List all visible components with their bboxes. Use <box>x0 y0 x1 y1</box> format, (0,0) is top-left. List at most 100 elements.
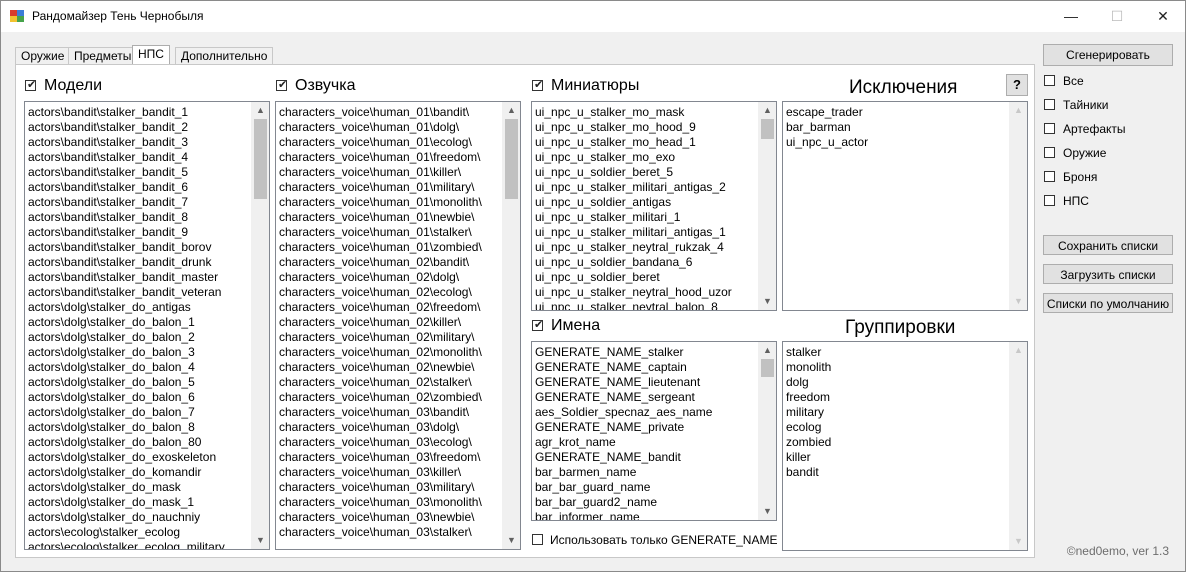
list-item[interactable]: characters_voice\human_03\dolg\ <box>279 420 502 435</box>
list-item[interactable]: characters_voice\human_01\dolg\ <box>279 120 502 135</box>
generate-button[interactable]: Сгенерировать <box>1043 44 1173 66</box>
list-item[interactable]: actors\dolg\stalker_do_balon_5 <box>28 375 251 390</box>
list-item[interactable]: GENERATE_NAME_lieutenant <box>535 375 758 390</box>
list-item[interactable]: ui_npc_u_stalker_neytral_rukzak_4 <box>535 240 758 255</box>
list-item[interactable]: GENERATE_NAME_captain <box>535 360 758 375</box>
list-item[interactable]: bar_barman <box>786 120 1009 135</box>
list-item[interactable]: ui_npc_u_stalker_mo_hood_9 <box>535 120 758 135</box>
list-item[interactable]: characters_voice\human_01\zombied\ <box>279 240 502 255</box>
scroll-down-icon[interactable]: ▼ <box>1010 533 1027 550</box>
list-item[interactable]: characters_voice\human_02\zombied\ <box>279 390 502 405</box>
list-item[interactable]: actors\bandit\stalker_bandit_8 <box>28 210 251 225</box>
list-item[interactable]: ui_npc_u_stalker_mo_head_1 <box>535 135 758 150</box>
list-item[interactable]: characters_voice\human_02\monolith\ <box>279 345 502 360</box>
list-item[interactable]: characters_voice\human_02\stalker\ <box>279 375 502 390</box>
list-item[interactable]: ui_npc_u_actor <box>786 135 1009 150</box>
icons-scrollbar[interactable]: ▲ ▼ <box>758 102 776 310</box>
list-item[interactable]: actors\bandit\stalker_bandit_7 <box>28 195 251 210</box>
list-item[interactable]: actors\dolg\stalker_do_mask_1 <box>28 495 251 510</box>
list-item[interactable]: ui_npc_u_stalker_neytral_hood_uzor <box>535 285 758 300</box>
voice-listbox[interactable]: characters_voice\human_01\bandit\ charact… <box>275 101 521 550</box>
list-item[interactable]: actors\ecolog\stalker_ecolog_military <box>28 540 251 549</box>
list-item[interactable]: characters_voice\human_03\killer\ <box>279 465 502 480</box>
maximize-button[interactable]: ☐ <box>1094 1 1140 32</box>
list-item[interactable]: characters_voice\human_01\ecolog\ <box>279 135 502 150</box>
scroll-down-icon[interactable]: ▼ <box>759 503 776 520</box>
default-lists-button[interactable]: Списки по умолчанию <box>1043 293 1173 313</box>
help-button[interactable]: ? <box>1006 74 1028 96</box>
scroll-up-icon[interactable]: ▲ <box>1010 102 1027 119</box>
scroll-up-icon[interactable]: ▲ <box>252 102 269 119</box>
list-item[interactable]: bar_informer_name <box>535 510 758 520</box>
list-item[interactable]: actors\bandit\stalker_bandit_borov <box>28 240 251 255</box>
scroll-down-icon[interactable]: ▼ <box>503 532 520 549</box>
scroll-down-icon[interactable]: ▼ <box>1010 293 1027 310</box>
list-item[interactable]: characters_voice\human_01\monolith\ <box>279 195 502 210</box>
list-item[interactable]: actors\dolg\stalker_do_balon_1 <box>28 315 251 330</box>
list-item[interactable]: characters_voice\human_03\newbie\ <box>279 510 502 525</box>
checkbox-weapons[interactable] <box>1044 147 1055 158</box>
list-item[interactable]: actors\dolg\stalker_do_balon_80 <box>28 435 251 450</box>
list-item[interactable]: actors\dolg\stalker_do_balon_2 <box>28 330 251 345</box>
list-item[interactable]: ui_npc_u_stalker_militari_1 <box>535 210 758 225</box>
list-item[interactable]: GENERATE_NAME_sergeant <box>535 390 758 405</box>
list-item[interactable]: characters_voice\human_02\bandit\ <box>279 255 502 270</box>
list-item[interactable]: monolith <box>786 360 1009 375</box>
tab-items[interactable]: Предметы <box>68 47 138 65</box>
checkbox-artifacts[interactable] <box>1044 123 1055 134</box>
only-generate-name-checkbox[interactable] <box>532 534 543 545</box>
exclusions-listbox[interactable]: escape_trader bar_barman ui_npc_u_actor ▲ … <box>782 101 1028 311</box>
list-item[interactable]: ui_npc_u_soldier_antigas <box>535 195 758 210</box>
list-item[interactable]: characters_voice\human_01\freedom\ <box>279 150 502 165</box>
list-item[interactable]: actors\dolg\stalker_do_exoskeleton <box>28 450 251 465</box>
load-lists-button[interactable]: Загрузить списки <box>1043 264 1173 284</box>
list-item[interactable]: killer <box>786 450 1009 465</box>
tab-npc[interactable]: НПС <box>132 45 170 66</box>
list-item[interactable]: actors\bandit\stalker_bandit_master <box>28 270 251 285</box>
list-item[interactable]: dolg <box>786 375 1009 390</box>
list-item[interactable]: characters_voice\human_03\stalker\ <box>279 525 502 540</box>
list-item[interactable]: actors\bandit\stalker_bandit_4 <box>28 150 251 165</box>
scroll-thumb[interactable] <box>761 359 774 377</box>
list-item[interactable]: characters_voice\human_01\killer\ <box>279 165 502 180</box>
list-item[interactable]: zombied <box>786 435 1009 450</box>
icons-listbox[interactable]: ui_npc_u_stalker_mo_mask ui_npc_u_stalker… <box>531 101 777 311</box>
list-item[interactable]: actors\bandit\stalker_bandit_1 <box>28 105 251 120</box>
names-checkbox[interactable]: ✔ <box>532 319 543 331</box>
list-item[interactable]: freedom <box>786 390 1009 405</box>
list-item[interactable]: characters_voice\human_02\newbie\ <box>279 360 502 375</box>
list-item[interactable]: ui_npc_u_stalker_mo_exo <box>535 150 758 165</box>
list-item[interactable]: characters_voice\human_03\monolith\ <box>279 495 502 510</box>
list-item[interactable]: characters_voice\human_03\bandit\ <box>279 405 502 420</box>
models-checkbox[interactable]: ✔ <box>25 79 36 91</box>
list-item[interactable]: ui_npc_u_stalker_mo_mask <box>535 105 758 120</box>
list-item[interactable]: actors\dolg\stalker_do_balon_7 <box>28 405 251 420</box>
list-item[interactable]: actors\dolg\stalker_do_antigas <box>28 300 251 315</box>
voice-scrollbar[interactable]: ▲ ▼ <box>502 102 520 549</box>
save-lists-button[interactable]: Сохранить списки <box>1043 235 1173 255</box>
list-item[interactable]: actors\dolg\stalker_do_balon_3 <box>28 345 251 360</box>
list-item[interactable]: actors\dolg\stalker_do_komandir <box>28 465 251 480</box>
list-item[interactable]: actors\bandit\stalker_bandit_5 <box>28 165 251 180</box>
names-scrollbar[interactable]: ▲ ▼ <box>758 342 776 520</box>
scroll-up-icon[interactable]: ▲ <box>1010 342 1027 359</box>
list-item[interactable]: escape_trader <box>786 105 1009 120</box>
list-item[interactable]: actors\dolg\stalker_do_balon_8 <box>28 420 251 435</box>
list-item[interactable]: actors\dolg\stalker_do_balon_4 <box>28 360 251 375</box>
list-item[interactable]: characters_voice\human_03\military\ <box>279 480 502 495</box>
list-item[interactable]: GENERATE_NAME_private <box>535 420 758 435</box>
scroll-down-icon[interactable]: ▼ <box>759 293 776 310</box>
groups-listbox[interactable]: stalker monolith dolg freedom military ecolog… <box>782 341 1028 551</box>
list-item[interactable]: characters_voice\human_02\dolg\ <box>279 270 502 285</box>
scroll-up-icon[interactable]: ▲ <box>759 342 776 359</box>
scroll-thumb[interactable] <box>761 119 774 139</box>
scroll-down-icon[interactable]: ▼ <box>252 532 269 549</box>
minimize-button[interactable]: — <box>1048 1 1094 32</box>
list-item[interactable]: ui_npc_u_stalker_militari_antigas_2 <box>535 180 758 195</box>
list-item[interactable]: bar_barmen_name <box>535 465 758 480</box>
list-item[interactable]: characters_voice\human_01\military\ <box>279 180 502 195</box>
list-item[interactable]: agr_krot_name <box>535 435 758 450</box>
list-item[interactable]: actors\bandit\stalker_bandit_6 <box>28 180 251 195</box>
checkbox-all[interactable] <box>1044 75 1055 86</box>
checkbox-stashes[interactable] <box>1044 99 1055 110</box>
